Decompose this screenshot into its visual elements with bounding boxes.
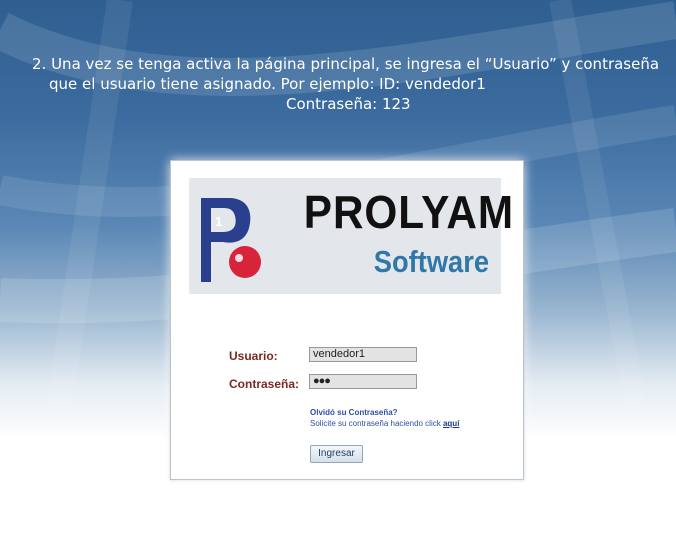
password-input[interactable]: ●●● [309, 374, 417, 389]
forgot-password-title: Olvidó su Contraseña? [310, 408, 398, 417]
usuario-label: Usuario: [229, 349, 278, 363]
brand-subtitle: Software [373, 244, 489, 279]
forgot-password-block: Olvidó su Contraseña? Solicite su contra… [310, 407, 459, 429]
ingresar-button[interactable]: Ingresar [310, 445, 363, 463]
instruction-text: 2. Una vez se tenga activa la página pri… [32, 54, 672, 114]
svg-text:1: 1 [215, 214, 222, 229]
login-panel: 1 PROLYAM Software Usuario: vendedor1 Co… [170, 160, 524, 480]
forgot-password-text: Solicite su contraseña haciendo click [310, 419, 443, 428]
usuario-input[interactable]: vendedor1 [309, 347, 417, 362]
p-logo-icon: 1 [201, 198, 261, 282]
instruction-line-3: Contraseña: 123 [286, 95, 411, 113]
forgot-password-link[interactable]: aquí [443, 419, 459, 428]
instruction-line-1: 2. Una vez se tenga activa la página pri… [32, 55, 660, 73]
prolyam-logo: 1 PROLYAM Software [189, 178, 515, 294]
password-label: Contraseña: [229, 377, 300, 391]
brand-name: PROLYAM [303, 186, 515, 238]
instruction-line-2: que el usuario tiene asignado. Por ejemp… [49, 75, 486, 93]
